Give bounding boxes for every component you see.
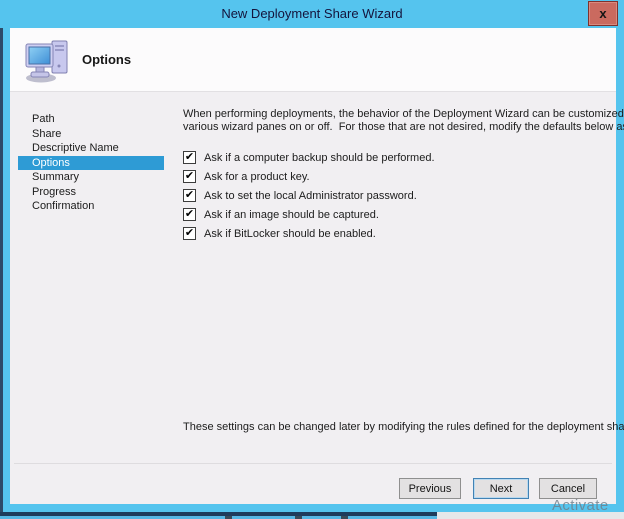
sidebar-item-confirmation[interactable]: Confirmation	[18, 199, 164, 214]
checkbox-row: ✔ Ask if BitLocker should be enabled.	[183, 227, 435, 240]
previous-button[interactable]: Previous	[399, 478, 461, 499]
checkbox-row: ✔ Ask if a computer backup should be per…	[183, 151, 435, 164]
desktop-strip	[0, 512, 624, 519]
sidebar-item-path[interactable]: Path	[18, 112, 164, 127]
checkmark-icon: ✔	[185, 171, 194, 182]
description-line: When performing deployments, the behavio…	[183, 108, 608, 121]
checkbox-image-capture[interactable]: ✔	[183, 208, 196, 221]
checkbox-label: Ask if a computer backup should be perfo…	[204, 152, 435, 164]
sidebar-item-label: Options	[32, 157, 70, 169]
sidebar-item-options[interactable]: Options	[18, 156, 164, 171]
next-button[interactable]: Next	[473, 478, 529, 499]
sidebar-item-label: Confirmation	[32, 200, 94, 212]
checkmark-icon: ✔	[185, 209, 194, 220]
sidebar-item-label: Path	[32, 113, 55, 125]
activation-watermark: Activate	[552, 497, 609, 514]
sidebar-item-progress[interactable]: Progress	[18, 185, 164, 200]
titlebar[interactable]: New Deployment Share Wizard x	[0, 0, 624, 28]
wizard-header: Options	[10, 28, 616, 92]
button-row: Previous Next Cancel	[399, 478, 597, 499]
sidebar-item-summary[interactable]: Summary	[18, 170, 164, 185]
checkbox-admin-password[interactable]: ✔	[183, 189, 196, 202]
taskbar-fragment	[0, 512, 437, 519]
wizard-content: Path Share Descriptive Name Options	[10, 93, 616, 504]
sidebar-item-label: Descriptive Name	[32, 142, 119, 154]
close-icon: x	[599, 6, 606, 21]
checkbox-product-key[interactable]: ✔	[183, 170, 196, 183]
description-text: When performing deployments, the behavio…	[183, 108, 608, 133]
window-title: New Deployment Share Wizard	[0, 0, 624, 28]
checkbox-label: Ask to set the local Administrator passw…	[204, 190, 417, 202]
cancel-button[interactable]: Cancel	[539, 478, 597, 499]
close-button[interactable]: x	[588, 1, 618, 26]
checkbox-label: Ask if an image should be captured.	[204, 209, 379, 221]
sidebar-item-descriptive-name[interactable]: Descriptive Name	[18, 141, 164, 156]
dialog-body: Options Path Share Descriptive Name	[10, 28, 616, 504]
sidebar-item-share[interactable]: Share	[18, 127, 164, 142]
new-deployment-share-wizard-dialog: New Deployment Share Wizard x	[0, 0, 624, 512]
page-title: Options	[82, 52, 131, 67]
description-line: various wizard panes on or off. For thos…	[183, 121, 608, 134]
checkmark-icon: ✔	[185, 228, 194, 239]
checkbox-label: Ask for a product key.	[204, 171, 310, 183]
checkbox-row: ✔ Ask if an image should be captured.	[183, 208, 435, 221]
background-window-edge	[0, 28, 3, 516]
sidebar-item-label: Progress	[32, 186, 76, 198]
sidebar-item-label: Share	[32, 128, 61, 140]
checkbox-row: ✔ Ask for a product key.	[183, 170, 435, 183]
checkmark-icon: ✔	[185, 152, 194, 163]
footnote-text: These settings can be changed later by m…	[183, 421, 624, 433]
checkbox-bitlocker[interactable]: ✔	[183, 227, 196, 240]
checkbox-label: Ask if BitLocker should be enabled.	[204, 228, 376, 240]
sidebar-item-label: Summary	[32, 171, 79, 183]
separator	[14, 463, 612, 464]
checkbox-computer-backup[interactable]: ✔	[183, 151, 196, 164]
computer-icon	[24, 37, 72, 83]
checkbox-row: ✔ Ask to set the local Administrator pas…	[183, 189, 435, 202]
checkmark-icon: ✔	[185, 190, 194, 201]
wizard-steps-nav: Path Share Descriptive Name Options	[18, 112, 164, 214]
desktop: { "window": { "title": "New Deployment S…	[0, 0, 624, 519]
options-checklist: ✔ Ask if a computer backup should be per…	[183, 151, 435, 246]
